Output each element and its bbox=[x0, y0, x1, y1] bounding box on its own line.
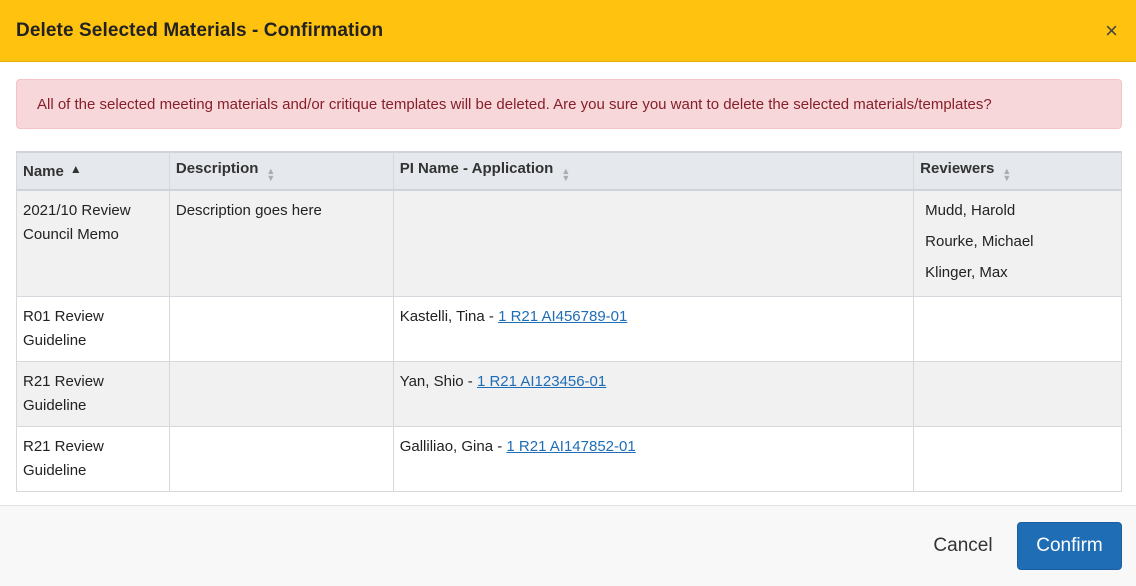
cell-pi-application bbox=[392, 189, 915, 297]
sort-unsorted-icon: ▲ ▼ bbox=[1002, 166, 1012, 183]
separator: - bbox=[484, 308, 499, 325]
dialog-header: Delete Selected Materials - Confirmation… bbox=[0, 0, 1136, 62]
delete-confirmation-dialog: Delete Selected Materials - Confirmation… bbox=[0, 0, 1136, 586]
sort-ascending-icon: ▲ bbox=[69, 162, 82, 176]
separator: - bbox=[493, 438, 507, 455]
cell-name: R21 Review Guideline bbox=[16, 426, 170, 492]
confirm-button[interactable]: Confirm bbox=[1017, 522, 1122, 570]
sort-unsorted-icon: ▲ ▼ bbox=[266, 166, 276, 183]
cell-description bbox=[168, 361, 394, 427]
table-row: 2021/10 Review Council Memo Description … bbox=[16, 189, 1122, 297]
application-link[interactable]: 1 R21 AI456789-01 bbox=[498, 308, 627, 325]
cell-name: R01 Review Guideline bbox=[16, 296, 170, 362]
dialog-title: Delete Selected Materials - Confirmation bbox=[16, 19, 384, 41]
cell-reviewers: Mudd, Harold Rourke, Michael Klinger, Ma… bbox=[913, 189, 1122, 297]
cell-reviewers bbox=[913, 426, 1122, 492]
reviewer-name: Mudd, Harold bbox=[925, 202, 1016, 219]
cell-description bbox=[168, 296, 394, 362]
cell-pi-application: Yan, Shio - 1 R21 AI123456-01 bbox=[392, 361, 915, 427]
column-header-pi-application[interactable]: PI Name - Application ▲ ▼ bbox=[392, 151, 915, 191]
alert-message: All of the selected meeting materials an… bbox=[37, 95, 992, 113]
column-header-reviewers[interactable]: Reviewers ▲ ▼ bbox=[913, 151, 1122, 191]
column-header-label: PI Name - Application bbox=[399, 160, 554, 177]
column-header-name[interactable]: Name ▲ bbox=[16, 151, 170, 191]
column-header-label: Reviewers bbox=[920, 160, 995, 177]
table-row: R21 Review Guideline Galliliao, Gina - 1… bbox=[16, 426, 1122, 492]
column-header-label: Description bbox=[175, 160, 259, 177]
table-row: R01 Review Guideline Kastelli, Tina - 1 … bbox=[16, 296, 1122, 362]
separator: - bbox=[463, 373, 477, 390]
cell-reviewers bbox=[913, 361, 1122, 427]
column-header-description[interactable]: Description ▲ ▼ bbox=[168, 151, 394, 191]
pi-name: Yan, Shio bbox=[399, 373, 464, 390]
warning-alert: All of the selected meeting materials an… bbox=[16, 79, 1122, 129]
pi-name: Kastelli, Tina bbox=[399, 308, 485, 325]
cell-name: 2021/10 Review Council Memo bbox=[16, 189, 170, 297]
materials-table: Name ▲ Description ▲ ▼ PI Name - Applicatio… bbox=[16, 151, 1122, 492]
cell-description bbox=[168, 426, 394, 492]
cancel-button[interactable]: Cancel bbox=[922, 522, 1004, 570]
reviewer-name: Rourke, Michael bbox=[925, 233, 1034, 250]
table-header-row: Name ▲ Description ▲ ▼ PI Name - Applicatio… bbox=[16, 151, 1122, 191]
pi-name: Galliliao, Gina bbox=[399, 438, 494, 455]
application-link[interactable]: 1 R21 AI123456-01 bbox=[477, 373, 606, 390]
sort-unsorted-icon: ▲ ▼ bbox=[561, 166, 571, 183]
cell-reviewers bbox=[913, 296, 1122, 362]
cell-name: R21 Review Guideline bbox=[16, 361, 170, 427]
close-icon[interactable]: × bbox=[1103, 16, 1120, 46]
reviewer-name: Klinger, Max bbox=[925, 264, 1008, 281]
application-link[interactable]: 1 R21 AI147852-01 bbox=[506, 438, 635, 455]
cell-pi-application: Kastelli, Tina - 1 R21 AI456789-01 bbox=[392, 296, 915, 362]
table-row: R21 Review Guideline Yan, Shio - 1 R21 A… bbox=[16, 361, 1122, 427]
cell-description: Description goes here bbox=[168, 189, 394, 297]
cell-pi-application: Galliliao, Gina - 1 R21 AI147852-01 bbox=[392, 426, 915, 492]
column-header-label: Name bbox=[23, 163, 64, 180]
